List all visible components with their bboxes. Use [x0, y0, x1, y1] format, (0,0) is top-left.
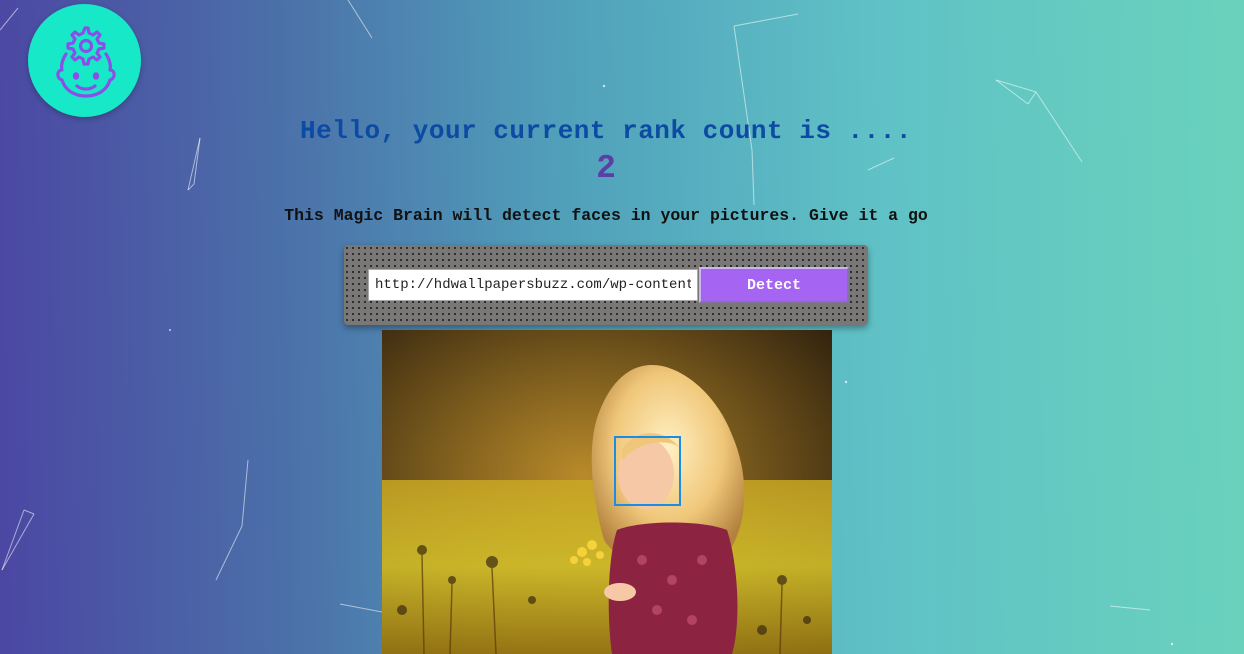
- detect-button[interactable]: Detect: [699, 267, 849, 303]
- brain-gear-head-icon: [55, 25, 116, 98]
- rank-greeting: Hello, your current rank count is ....: [300, 116, 912, 146]
- photo-image: [382, 330, 832, 654]
- face-bounding-box: [614, 436, 681, 506]
- app-logo: [28, 4, 141, 117]
- rank-count: 2: [596, 150, 616, 187]
- image-url-input[interactable]: [368, 269, 698, 301]
- image-url-form: Detect: [344, 245, 868, 325]
- intro-text: This Magic Brain will detect faces in yo…: [284, 206, 928, 225]
- uploaded-photo: [382, 330, 832, 654]
